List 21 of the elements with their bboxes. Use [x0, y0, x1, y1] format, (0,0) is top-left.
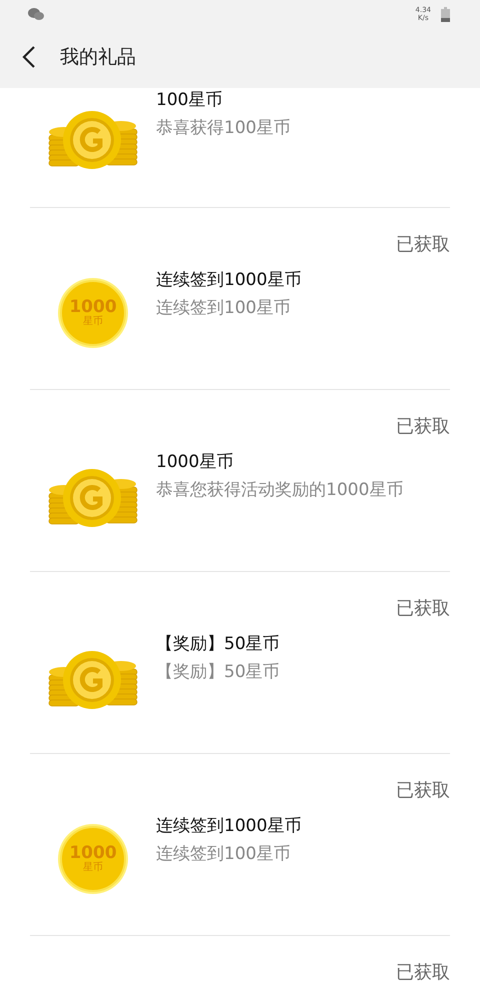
- coin-badge: 1000 星币: [60, 280, 126, 346]
- gift-description: 连续签到100星币: [156, 297, 292, 320]
- gift-status: 已获取: [396, 961, 450, 985]
- gift-description: 连续签到100星币: [156, 843, 292, 866]
- gift-title: 1000星币: [156, 451, 234, 474]
- battery-icon: [441, 6, 450, 22]
- gift-title: 【奖励】50星币: [156, 633, 280, 656]
- gift-title: 连续签到1000星币: [156, 269, 302, 292]
- gift-status: 已获取: [396, 779, 450, 803]
- coin-badge: 1000 星币: [60, 826, 126, 892]
- gift-title: 连续签到1000星币: [156, 815, 302, 838]
- chat-icon: [28, 7, 44, 21]
- page-title: 我的礼品: [60, 45, 136, 70]
- gift-status: 已获取: [396, 233, 450, 257]
- gift-title: 100星币: [156, 89, 224, 112]
- gift-description: 恭喜获得100星币: [156, 117, 290, 140]
- gift-description: 【奖励】50星币: [156, 661, 280, 684]
- gift-description: 恭喜您获得活动奖励的1000星币: [156, 479, 404, 502]
- gift-status: 已获取: [396, 597, 450, 621]
- back-icon[interactable]: [22, 45, 36, 69]
- gift-status: 已获取: [396, 415, 450, 439]
